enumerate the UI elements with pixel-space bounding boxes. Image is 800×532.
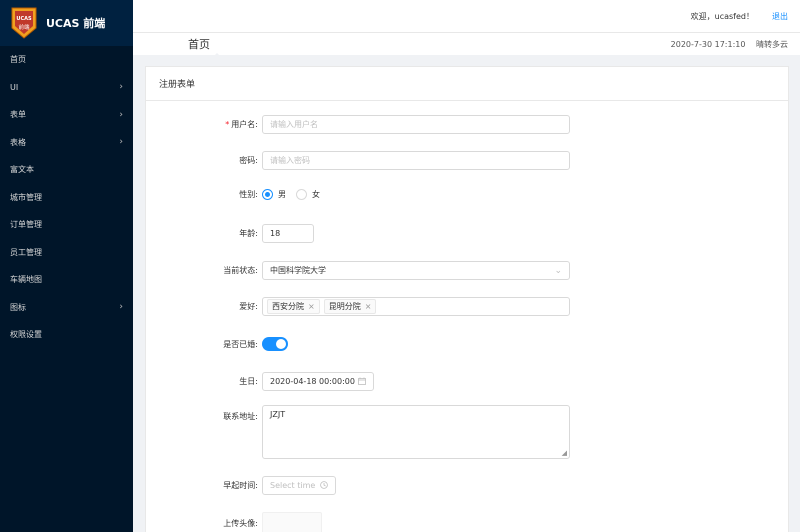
close-icon[interactable]: × <box>365 302 372 311</box>
birthday-datepicker[interactable]: 2020-04-18 00:00:00 <box>262 372 374 391</box>
clock-icon <box>320 480 328 491</box>
form-row-birthday: 生日: 2020-04-18 00:00:00 <box>146 372 788 391</box>
hobby-tag: 昆明分院 × <box>323 299 377 314</box>
username-label: 用户名: <box>231 120 258 129</box>
status-label: 当前状态: <box>223 266 258 275</box>
form-row-avatar: 上传头像: <box>146 512 788 532</box>
top-header: 欢迎，ucasfed！ 退出 <box>133 0 800 33</box>
register-form-card: 注册表单 * 用户名: 请输入用户名 密码: 请输入密码 性别: 男 女 年龄: … <box>145 66 789 532</box>
username-input[interactable]: 请输入用户名 <box>262 115 570 134</box>
close-icon[interactable]: × <box>308 302 315 311</box>
wake-time-label: 早起时间: <box>223 481 258 490</box>
gender-radio-female[interactable]: 女 <box>296 189 320 200</box>
password-input[interactable]: 请输入密码 <box>262 151 570 170</box>
title-bar: 首页 2020-7-30 17:1:10 晴转多云 <box>133 33 800 59</box>
welcome-text: 欢迎，ucasfed！ <box>690 11 754 21</box>
hobbies-multiselect[interactable]: 西安分院 × 昆明分院 × <box>262 297 570 316</box>
weather-text: 晴转多云 <box>756 39 788 49</box>
wake-time-picker[interactable]: Select time <box>262 476 336 495</box>
status-select-value: 中国科学院大学 <box>270 266 326 275</box>
hobby-tag-label: 西安分院 <box>272 302 304 311</box>
sidebar-item-ui[interactable]: UI › <box>0 74 133 102</box>
chevron-down-icon: ⌄ <box>554 265 562 276</box>
form-row-hobbies: 爱好: 西安分院 × 昆明分院 × <box>146 297 788 316</box>
card-title: 注册表单 <box>146 67 788 101</box>
sidebar-item-label: 权限设置 <box>10 330 42 340</box>
sidebar-item-label: 员工管理 <box>10 247 42 257</box>
wake-time-placeholder: Select time <box>270 481 316 490</box>
married-label: 是否已婚: <box>223 339 258 349</box>
gender-label: 性别: <box>239 190 258 199</box>
address-textarea[interactable]: JZJT ◢ <box>262 405 570 459</box>
chevron-right-icon: › <box>119 82 123 93</box>
required-mark: * <box>225 120 230 129</box>
birthday-value: 2020-04-18 00:00:00 <box>270 377 355 386</box>
sidebar-item-label: 表单 <box>10 110 26 120</box>
sidebar-item-rich-text[interactable]: 富文本 <box>0 156 133 184</box>
sidebar-item-table[interactable]: 表格 › <box>0 129 133 157</box>
datetime-text: 2020-7-30 17:1:10 <box>670 39 746 49</box>
radio-dot <box>262 189 273 200</box>
form-row-married: 是否已婚: <box>146 337 788 351</box>
radio-label: 男 <box>278 190 286 199</box>
app-title: UCAS 前端 <box>46 17 106 30</box>
age-input[interactable]: 18 <box>262 224 314 243</box>
datetime-weather: 2020-7-30 17:1:10 晴转多云 <box>663 39 788 50</box>
logo-area[interactable]: UCAS 前端 UCAS 前端 <box>0 0 133 46</box>
chevron-right-icon: › <box>119 137 123 148</box>
sidebar-item-icons[interactable]: 图标 › <box>0 294 133 322</box>
avatar-upload[interactable] <box>262 512 322 532</box>
birthday-label: 生日: <box>239 377 258 386</box>
sidebar-menu: 首页 UI › 表单 › 表格 › 富文本 城市管理 订单管理 员工管理 车辆地图 图… <box>0 46 133 349</box>
form-row-password: 密码: 请输入密码 <box>146 151 788 170</box>
address-label: 联系地址: <box>223 412 258 421</box>
sidebar-item-label: 富文本 <box>10 165 34 175</box>
address-value: JZJT <box>270 410 286 419</box>
form-row-username: * 用户名: 请输入用户名 <box>146 115 788 134</box>
radio-dot <box>296 189 307 200</box>
sidebar-item-label: 车辆地图 <box>10 275 42 285</box>
logo-badge-text-bottom: 前端 <box>18 23 30 31</box>
logo-badge-text-top: UCAS <box>16 16 32 22</box>
sidebar-item-permission[interactable]: 权限设置 <box>0 321 133 349</box>
sidebar-item-form[interactable]: 表单 › <box>0 101 133 129</box>
logout-link[interactable]: 退出 <box>772 11 788 22</box>
status-select[interactable]: 中国科学院大学 ⌄ <box>262 261 570 280</box>
calendar-icon <box>358 377 366 387</box>
sidebar-item-label: UI <box>10 82 19 92</box>
chevron-right-icon: › <box>119 109 123 120</box>
sidebar-item-vehicle-map[interactable]: 车辆地图 <box>0 266 133 294</box>
sidebar-item-label: 城市管理 <box>10 192 42 202</box>
page-title: 首页 <box>188 38 210 51</box>
sidebar: UCAS 前端 UCAS 前端 首页 UI › 表单 › 表格 › 富文本 城市管理 … <box>0 0 133 532</box>
form-row-address: 联系地址: JZJT ◢ <box>146 405 788 459</box>
resize-handle-icon[interactable]: ◢ <box>562 449 567 457</box>
age-label: 年龄: <box>239 229 258 238</box>
title-pointer <box>211 53 223 59</box>
chevron-right-icon: › <box>119 302 123 313</box>
sidebar-item-label: 订单管理 <box>10 220 42 230</box>
hobby-tag-label: 昆明分院 <box>328 302 361 311</box>
password-label: 密码: <box>239 156 258 165</box>
avatar-label: 上传头像: <box>223 519 258 528</box>
sidebar-item-label: 表格 <box>10 137 26 147</box>
hobbies-label: 爱好: <box>239 302 258 311</box>
sidebar-item-home[interactable]: 首页 <box>0 46 133 74</box>
radio-label: 女 <box>312 190 320 199</box>
sidebar-item-order[interactable]: 订单管理 <box>0 211 133 239</box>
sidebar-item-label: 首页 <box>10 55 26 65</box>
hobby-tag: 西安分院 × <box>267 299 320 314</box>
sidebar-item-city[interactable]: 城市管理 <box>0 184 133 212</box>
sidebar-item-label: 图标 <box>10 302 26 312</box>
sidebar-item-staff[interactable]: 员工管理 <box>0 239 133 267</box>
form-row-gender: 性别: 男 女 <box>146 189 788 200</box>
form-row-age: 年龄: 18 <box>146 224 788 243</box>
gender-radio-male[interactable]: 男 <box>262 189 286 200</box>
form-row-status: 当前状态: 中国科学院大学 ⌄ <box>146 261 788 280</box>
form-row-wake-time: 早起时间: Select time <box>146 476 788 495</box>
married-switch[interactable] <box>262 337 288 351</box>
logo-badge-icon: UCAS 前端 <box>11 7 37 39</box>
